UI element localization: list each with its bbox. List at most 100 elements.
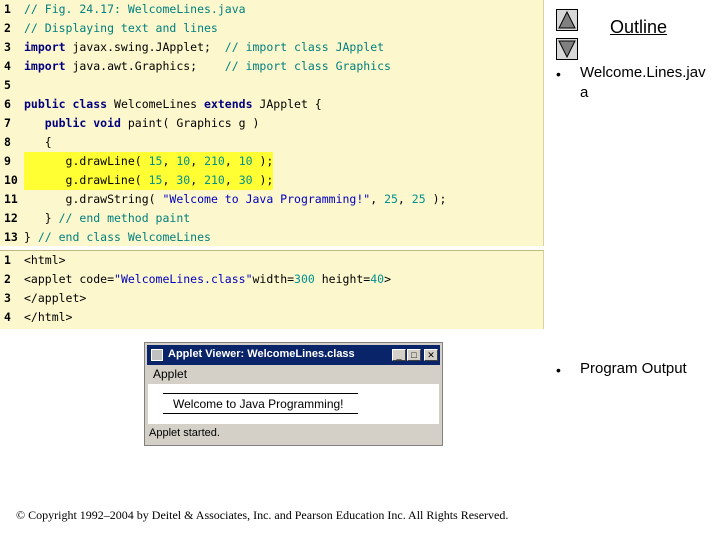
code-token: WelcomeLines [114,97,205,111]
highlighted-code-text: g.drawLine( 15, 30, 210, 30 ); [24,171,274,190]
code-text: <html> [24,251,66,270]
code-text: <applet code="WelcomeLines.class"width=3… [24,270,391,289]
code-line: 3 import javax.swing.JApplet; // import c… [0,38,543,57]
maximize-button[interactable]: □ [407,349,421,361]
code-token: JApplet { [259,97,322,111]
code-token: </applet> [24,291,87,305]
outline-title[interactable]: Outline [610,17,667,38]
code-token: } [24,211,59,225]
code-token: width= [252,272,295,286]
line-number: 5 [4,78,11,92]
bullet-marker: • [556,362,561,378]
code-line: 2 <applet code="WelcomeLines.class"width=… [0,270,543,289]
code-token: java.awt.Graphics; [72,59,198,73]
applet-menu[interactable]: Applet [153,367,187,381]
code-token: <html> [24,253,66,267]
code-token: g.drawString( [24,192,163,206]
code-text: import java.awt.Graphics; // import clas… [24,57,391,76]
code-token: import [24,59,73,73]
code-token: 25 [384,192,398,206]
line-number: 11 [4,192,18,206]
code-line: 7 public void paint( Graphics g ) [0,114,543,133]
code-token: // import class Graphics [197,59,391,73]
line-number: 2 [4,21,11,35]
code-token: // import class JApplet [210,40,385,54]
code-line: 1 <html> [0,251,543,270]
drawn-line-top [163,393,358,394]
code-token: javax.swing.JApplet; [72,40,211,54]
code-line: 1 // Fig. 24.17: WelcomeLines.java [0,0,543,19]
line-number: 3 [4,291,11,305]
code-token: , [397,192,412,206]
outline-item-label: Welcome.Lines.jav [580,64,706,81]
code-token: ); [425,192,447,206]
previous-slide-button[interactable] [556,9,578,31]
code-token: 300 [294,272,315,286]
code-token: } [24,230,38,244]
code-token: { [24,135,52,149]
code-text: // Displaying text and lines [24,19,218,38]
code-token: > [384,272,392,286]
code-token: g.drawLine( [24,173,149,187]
code-token: "WelcomeLines.class" [114,272,253,286]
line-number: 10 [4,173,18,187]
line-number: 4 [4,59,11,73]
code-token: 10 [176,154,191,168]
applet-viewer-titlebar[interactable]: Applet Viewer: WelcomeLines.class _ □ ✕ [147,345,440,365]
code-line: 5 [0,76,543,95]
line-number: 2 [4,272,11,286]
code-token: , [162,154,177,168]
code-token: import [24,40,73,54]
code-text: </html> [24,308,72,327]
code-token: 15 [148,173,163,187]
code-text: } // end method paint [24,209,190,228]
code-token: , [190,154,205,168]
java-code-listing: 1 // Fig. 24.17: WelcomeLines.java 2 // Dis… [0,0,544,246]
code-token: 210 [204,154,225,168]
code-line: 12 } // end method paint [0,209,543,228]
code-token: 10 [238,154,253,168]
code-token: , [162,173,177,187]
line-number: 7 [4,116,11,130]
outline-item-label-continued: a [580,84,589,101]
code-line: 9 g.drawLine( 15, 10, 210, 10 ); [0,152,543,171]
code-line: 6 public class WelcomeLines extends JAppl… [0,95,543,114]
code-token: , [224,173,239,187]
line-number: 4 [4,310,11,324]
code-text: { [24,133,52,152]
code-token: , [190,173,205,187]
line-number: 6 [4,97,11,111]
code-token: g.drawLine( [24,154,149,168]
code-token: , [224,154,239,168]
code-line: 11 g.drawString( "Welcome to Java Progra… [0,190,543,209]
minimize-button[interactable]: _ [392,349,406,361]
code-text: } // end class WelcomeLines [24,228,211,247]
code-token: // end method paint [58,211,191,225]
code-text: public class WelcomeLines extends JApple… [24,95,322,114]
bullet-marker: • [556,66,561,82]
line-number: 12 [4,211,18,225]
code-line: 3 </applet> [0,289,543,308]
code-token: public void [24,116,128,130]
highlighted-code-text: g.drawLine( 15, 10, 210, 10 ); [24,152,274,171]
code-token: "Welcome to Java Programming!" [162,192,371,206]
triangle-down-icon [558,40,576,58]
next-slide-button[interactable] [556,38,578,60]
outline-item-program-output[interactable]: Program Output [580,359,687,379]
code-token: <applet code= [24,272,115,286]
line-number: 1 [4,2,11,16]
code-line: 10 g.drawLine( 15, 30, 210, 30 ); [0,171,543,190]
code-token: public class [24,97,115,111]
code-token: 40 [370,272,385,286]
drawn-line-bottom [163,413,358,414]
copyright-footer: © Copyright 1992–2004 by Deitel & Associ… [16,508,509,522]
code-text: </applet> [24,289,86,308]
code-line: 13} // end class WelcomeLines [0,228,543,247]
code-text: import javax.swing.JApplet; // import cl… [24,38,384,57]
close-button[interactable]: ✕ [424,349,438,361]
code-token: </html> [24,310,73,324]
code-token: height= [314,272,371,286]
code-token: extends [204,97,260,111]
applet-drawn-string: Welcome to Java Programming! [173,397,344,411]
outline-item-source-file[interactable]: Welcome.Lines.jav a [580,63,706,103]
